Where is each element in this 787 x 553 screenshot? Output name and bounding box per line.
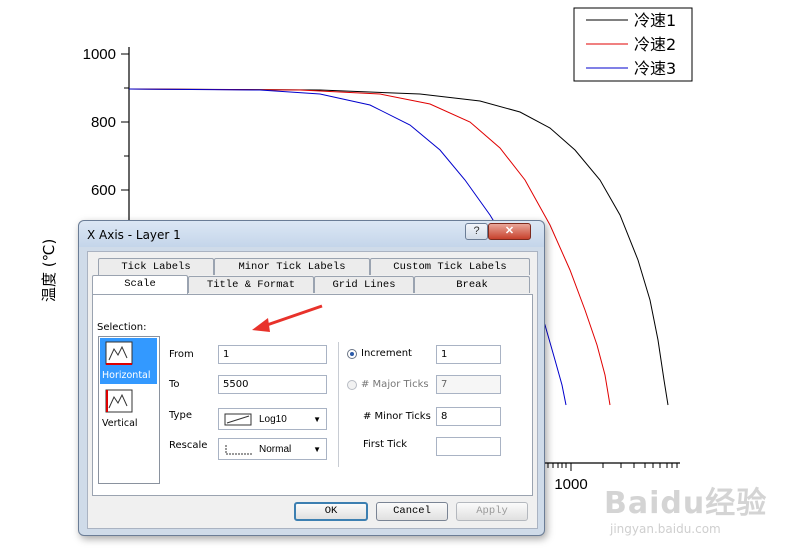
horizontal-axis-icon xyxy=(105,341,133,365)
dialog-titlebar[interactable]: X Axis - Layer 1 ? ✕ xyxy=(79,221,544,247)
dialog-title: X Axis - Layer 1 xyxy=(87,228,181,242)
selection-item-label: Horizontal xyxy=(102,370,151,381)
minor-ticks-input[interactable]: 8 xyxy=(436,407,501,426)
baidu-watermark: Baidu经验 jingyan.baidu.com xyxy=(604,478,784,548)
first-tick-label: First Tick xyxy=(363,439,408,450)
rescale-select[interactable]: Normal ▼ xyxy=(218,438,327,460)
apply-button[interactable]: Apply xyxy=(456,502,528,521)
x-ticks xyxy=(547,463,678,471)
from-input[interactable]: 1 xyxy=(218,345,327,364)
rescale-label: Rescale xyxy=(169,440,208,451)
annotation-arrow-shaft xyxy=(263,304,323,328)
increment-label: Increment xyxy=(361,348,412,359)
tab-custom-tick-labels[interactable]: Custom Tick Labels xyxy=(370,258,530,275)
major-ticks-radio[interactable] xyxy=(347,380,357,390)
type-select[interactable]: Log10 ▼ xyxy=(218,408,327,430)
vertical-divider xyxy=(338,342,339,467)
selection-label: Selection: xyxy=(97,322,147,333)
y-tick-label: 1000 xyxy=(83,46,116,63)
tab-break[interactable]: Break xyxy=(414,276,530,293)
vertical-axis-icon xyxy=(105,389,133,413)
major-ticks-label: # Major Ticks xyxy=(361,379,429,390)
x-axis-dialog: X Axis - Layer 1 ? ✕ Tick Labels Minor T… xyxy=(78,220,545,536)
selection-list: Horizontal Vertical xyxy=(98,336,160,484)
tab-title-format[interactable]: Title & Format xyxy=(188,276,314,293)
y-tick-label: 600 xyxy=(91,182,116,199)
annotation-arrow-head xyxy=(252,318,270,332)
selection-item-label: Vertical xyxy=(102,418,138,429)
help-icon: ? xyxy=(473,225,480,237)
legend-label-2: 冷速2 xyxy=(634,35,676,54)
tab-scale[interactable]: Scale xyxy=(92,275,188,294)
increment-input[interactable]: 1 xyxy=(436,345,501,364)
type-select-value: Log10 xyxy=(259,414,287,425)
type-label: Type xyxy=(169,410,192,421)
increment-radio[interactable] xyxy=(347,349,357,359)
y-axis-label: 温度 (℃) xyxy=(40,239,58,302)
tab-tick-labels[interactable]: Tick Labels xyxy=(98,258,214,275)
major-ticks-input[interactable]: 7 xyxy=(436,375,501,394)
legend-label-3: 冷速3 xyxy=(634,59,676,78)
selection-item-horizontal[interactable]: Horizontal xyxy=(100,338,157,384)
minor-ticks-label: # Minor Ticks xyxy=(363,411,431,422)
selection-item-vertical[interactable]: Vertical xyxy=(100,386,157,432)
first-tick-input[interactable] xyxy=(436,437,501,456)
tab-grid-lines[interactable]: Grid Lines xyxy=(314,276,414,293)
legend-label-1: 冷速1 xyxy=(634,11,676,30)
log-scale-icon xyxy=(224,413,252,426)
to-label: To xyxy=(169,379,180,390)
close-button[interactable]: ✕ xyxy=(488,223,531,240)
rescale-select-value: Normal xyxy=(259,444,292,455)
to-input[interactable]: 5500 xyxy=(218,375,327,394)
help-button[interactable]: ? xyxy=(465,223,488,240)
close-icon: ✕ xyxy=(504,225,515,237)
chevron-down-icon: ▼ xyxy=(313,445,321,454)
watermark-text: Baidu经验 xyxy=(604,486,768,521)
chevron-down-icon: ▼ xyxy=(313,415,321,424)
x-tick-label: 1000 xyxy=(554,476,587,493)
dialog-client: Tick Labels Minor Tick Labels Custom Tic… xyxy=(87,251,538,529)
cancel-button[interactable]: Cancel xyxy=(376,502,448,521)
watermark-url: jingyan.baidu.com xyxy=(610,522,721,536)
ok-button[interactable]: OK xyxy=(294,502,368,521)
rescale-icon xyxy=(225,445,252,455)
tab-minor-tick-labels[interactable]: Minor Tick Labels xyxy=(214,258,370,275)
annotation-arrow xyxy=(252,304,323,332)
from-label: From xyxy=(169,349,194,360)
chart-legend: 冷速1 冷速2 冷速3 xyxy=(573,7,693,82)
y-tick-label: 800 xyxy=(91,114,116,131)
